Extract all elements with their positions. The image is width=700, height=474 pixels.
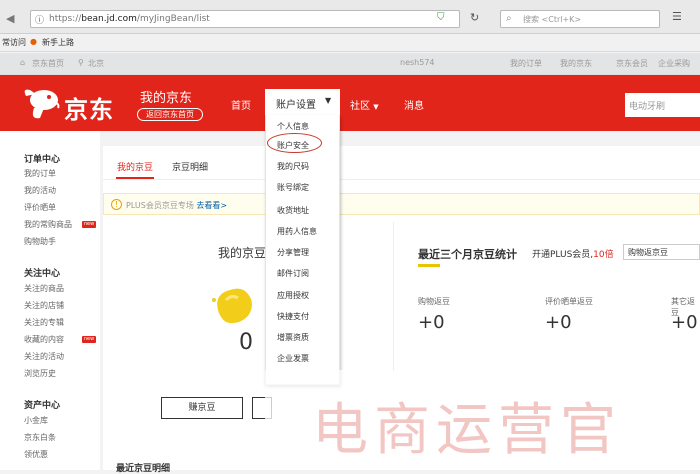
sidebar-section-assets: 资产中心 — [24, 401, 61, 411]
sidebar-item-frequent-goods[interactable]: 我的常购商品 — [24, 219, 72, 230]
sidebar-item-favorite-content[interactable]: 收藏的内容 — [24, 334, 64, 345]
menu-item-enterprise-invoice[interactable]: 企业发票 — [277, 353, 309, 364]
stats-title: 最近三个月京豆统计 — [418, 248, 517, 261]
browser-search-box[interactable]: ⌕ 搜索 <Ctrl+K> — [500, 10, 660, 28]
menu-item-email-subscription[interactable]: 邮件订阅 — [277, 268, 309, 279]
watermark-text: 电商运营官 — [312, 398, 622, 463]
nav-messages[interactable]: 消息 — [404, 97, 424, 112]
plus-notice-text: PLUS会员京豆专场 — [126, 201, 194, 210]
shield-icon[interactable]: ⛉ — [437, 12, 445, 23]
sidebar-item-coupons[interactable]: 领优惠 — [24, 449, 48, 460]
menu-item-share-management[interactable]: 分享管理 — [277, 247, 309, 258]
sidebar-item-followed-goods[interactable]: 关注的商品 — [24, 283, 64, 294]
address-bar[interactable]: ⓘ https://bean.jd.com/myJingBean/list ⛉ — [30, 10, 460, 28]
sidebar-item-followed-shops[interactable]: 关注的店铺 — [24, 300, 64, 311]
topbar-enterprise[interactable]: 企业采购 — [658, 58, 690, 69]
browser-toolbar: ◀ ⓘ https://bean.jd.com/myJingBean/list … — [0, 0, 700, 34]
new-badge: new — [82, 336, 96, 343]
recent-bean-details-title: 最近京豆明细 — [116, 464, 171, 474]
stats-title-accent — [418, 264, 440, 267]
tab-divider — [103, 179, 700, 180]
topbar-member[interactable]: 京东会员 — [616, 58, 648, 69]
stat-label-review: 评价晒单返豆 — [545, 297, 593, 306]
plus-bean-multiplier: 10倍 — [593, 250, 614, 260]
my-jd-title: 我的京东 — [140, 91, 193, 106]
my-bean-title: 我的京豆 — [218, 246, 267, 260]
header-search-placeholder: 电动牙刷 — [629, 102, 666, 112]
reload-icon[interactable]: ↻ — [470, 11, 479, 24]
menu-item-quick-pay[interactable]: 快捷支付 — [277, 311, 309, 322]
topbar-my-jd[interactable]: 我的京东 — [560, 58, 592, 69]
url-prefix: https:// — [49, 14, 82, 24]
caret-down-icon: ▼ — [325, 96, 332, 105]
jd-bean-icon — [212, 288, 252, 324]
stat-value-other: +0 — [671, 312, 698, 333]
bookmarks-bar: 常访问 ● 新手上路 — [0, 34, 700, 52]
sidebar-item-shopping-assistant[interactable]: 购物助手 — [24, 236, 56, 247]
sidebar-item-treasury[interactable]: 小金库 — [24, 415, 48, 426]
topbar-location[interactable]: 北京 — [88, 58, 104, 69]
plus-shopping-button[interactable]: 购物返京豆 — [623, 244, 700, 260]
menu-item-medication-user[interactable]: 用药人信息 — [277, 226, 317, 237]
sidebar-item-followed-albums[interactable]: 关注的专辑 — [24, 317, 64, 328]
stat-label-shopping: 购物返豆 — [418, 297, 450, 306]
url-domain: bean.jd.com — [81, 14, 137, 24]
menu-item-personal-info[interactable]: 个人信息 — [277, 121, 309, 132]
new-badge: new — [82, 221, 96, 228]
home-icon: ⌂ — [20, 58, 26, 67]
bookmark-frequent[interactable]: 常访问 — [2, 37, 26, 48]
location-icon: ⚲ — [78, 58, 84, 67]
plus-bean-prefix: 开通PLUS会员, — [532, 250, 594, 260]
sidebar-section-orders: 订单中心 — [24, 155, 61, 165]
tab-bean-details[interactable]: 京豆明细 — [172, 160, 208, 173]
stat-value-shopping: +0 — [418, 312, 445, 333]
active-tab-indicator — [116, 177, 154, 179]
sidebar-item-baitiao[interactable]: 京东白条 — [24, 432, 56, 443]
menu-item-vat-qualification[interactable]: 增票资质 — [277, 332, 309, 343]
sidebar-item-reviews[interactable]: 评价晒单 — [24, 202, 56, 213]
topbar-my-orders[interactable]: 我的订单 — [510, 58, 542, 69]
stat-value-review: +0 — [545, 312, 572, 333]
highlight-circle — [267, 133, 322, 153]
topbar-user[interactable]: nesh574 — [400, 58, 435, 67]
nav-community-label: 社区 — [350, 101, 370, 112]
back-icon[interactable]: ◀ — [6, 12, 14, 25]
header-search-input[interactable]: 电动牙刷 — [625, 93, 700, 117]
tab-my-beans[interactable]: 我的京豆 — [117, 160, 153, 173]
menu-item-account-binding[interactable]: 账号绑定 — [277, 182, 309, 193]
topbar-home-link[interactable]: 京东首页 — [32, 58, 64, 69]
nav-account-settings[interactable]: 账户设置 ▼ — [265, 89, 340, 115]
plus-notice-bar: ! PLUS会员京豆专场 去看看> — [103, 193, 700, 215]
sidebar-item-followed-events[interactable]: 关注的活动 — [24, 351, 64, 362]
menu-icon[interactable]: ☰ — [672, 10, 682, 23]
firefox-icon: ● — [30, 37, 37, 46]
info-icon[interactable]: ⓘ — [35, 13, 44, 26]
menu-item-my-size[interactable]: 我的尺码 — [277, 161, 309, 172]
section-divider — [393, 222, 394, 372]
browser-search-placeholder: 搜索 <Ctrl+K> — [523, 15, 582, 24]
menu-item-address[interactable]: 收货地址 — [277, 205, 309, 216]
plus-bean-promo: 开通PLUS会员,10倍 — [532, 247, 614, 260]
bean-count: 0 — [239, 330, 253, 355]
nav-home[interactable]: 首页 — [231, 97, 251, 112]
back-home-button[interactable]: 返回京东首页 — [137, 108, 203, 121]
caret-down-icon: ▼ — [373, 103, 379, 111]
sidebar-item-history[interactable]: 浏览历史 — [24, 368, 56, 379]
url-path: /myJingBean/list — [136, 14, 210, 24]
sidebar-item-my-orders[interactable]: 我的订单 — [24, 168, 56, 179]
nav-community[interactable]: 社区 ▼ — [350, 97, 379, 112]
earn-beans-button[interactable]: 赚京豆 — [161, 397, 243, 419]
jd-dog-logo-icon[interactable] — [20, 82, 64, 124]
nav-account-label: 账户设置 — [276, 100, 316, 111]
exclamation-icon: ! — [111, 199, 122, 210]
bookmark-getting-started[interactable]: 新手上路 — [42, 37, 74, 48]
sidebar-section-follow: 关注中心 — [24, 269, 61, 279]
sidebar-item-my-activities[interactable]: 我的活动 — [24, 185, 56, 196]
site-topbar: ⌂ 京东首页 ⚲ 北京 nesh574 我的订单 我的京东 京东会员 企业采购 — [0, 53, 700, 75]
search-icon: ⌕ — [506, 13, 512, 24]
plus-notice-link[interactable]: 去看看> — [196, 201, 227, 210]
menu-item-app-authorization[interactable]: 应用授权 — [277, 290, 309, 301]
jd-logo-text[interactable]: 京东 — [64, 90, 114, 125]
